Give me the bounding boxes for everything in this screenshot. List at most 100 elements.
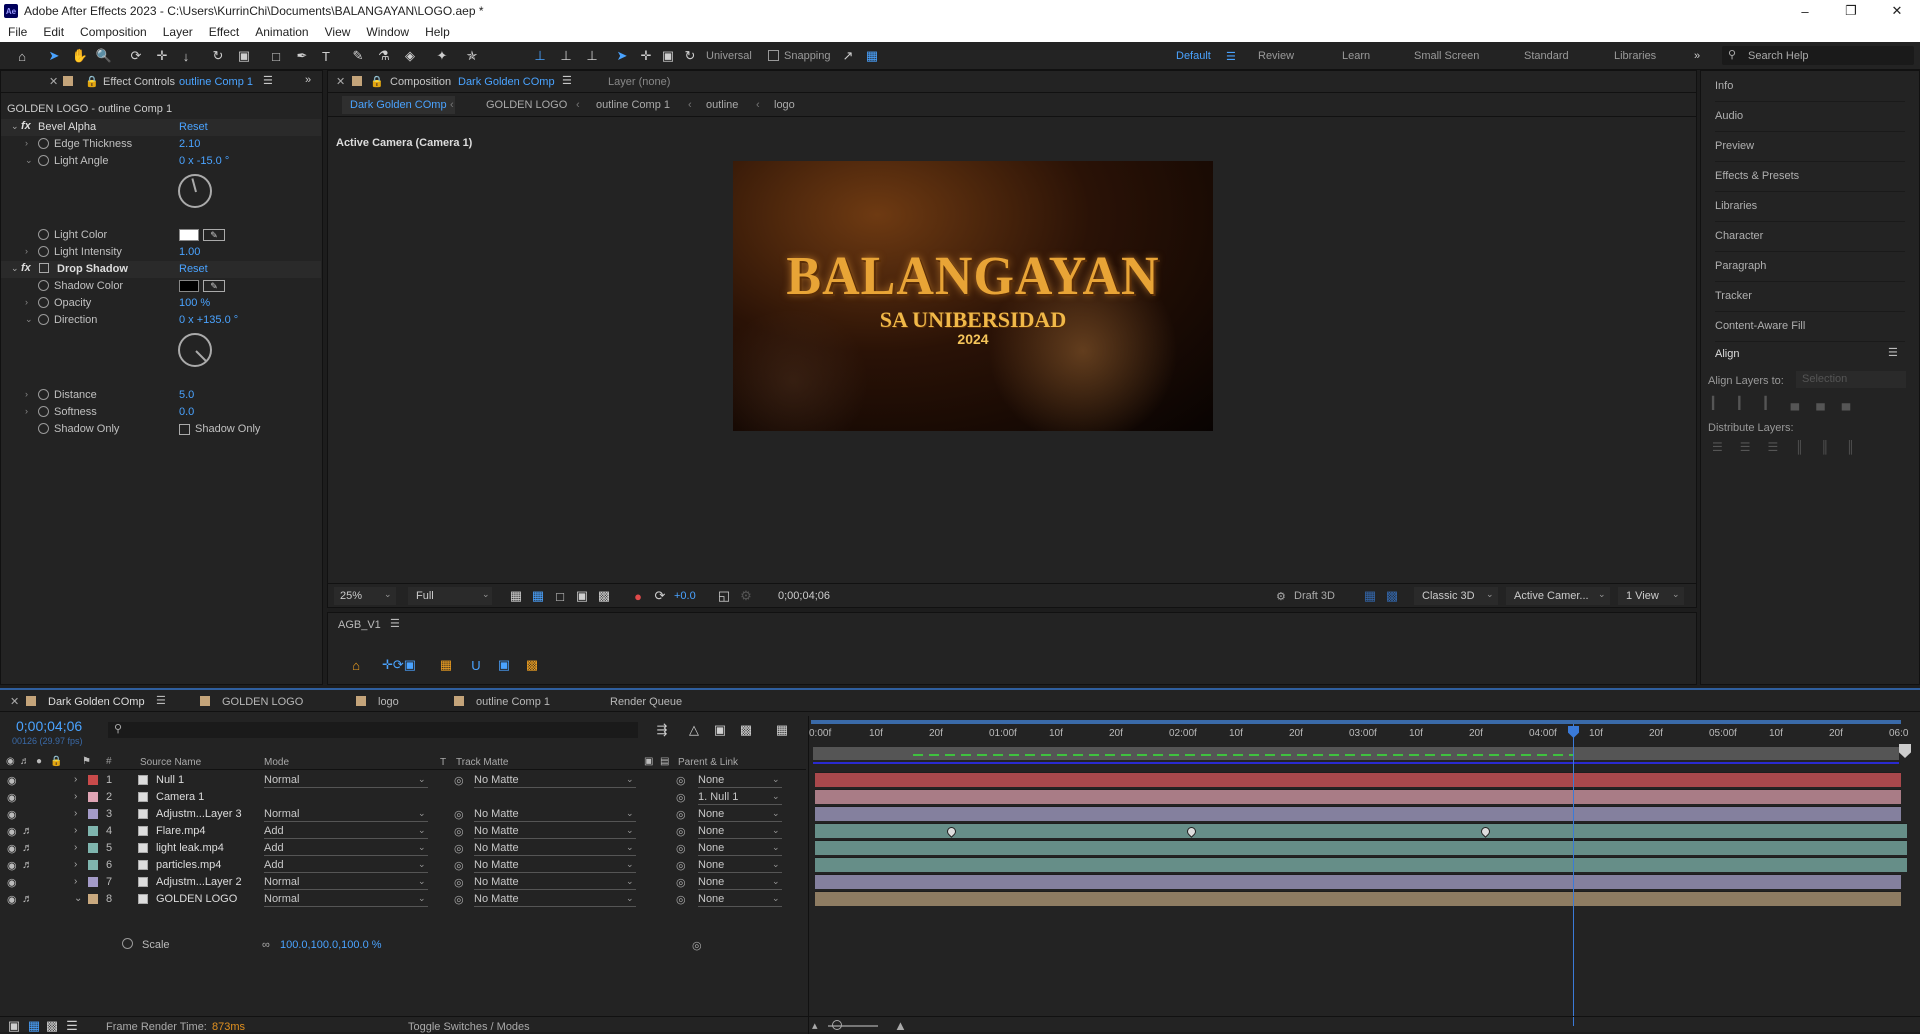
home-script-icon[interactable]: ⌂ [348,657,364,673]
workspace-menu-icon[interactable]: ☰ [1226,50,1236,63]
parent-dropdown[interactable]: None [698,774,782,788]
composition-viewer[interactable]: BALANGAYAN SA UNIBERSIDAD 2024 [733,161,1213,431]
menu-help[interactable]: Help [417,25,458,39]
eraser-tool-icon[interactable]: ◈ [402,48,418,64]
chevron-right-icon[interactable]: › [25,406,28,416]
video-toggle-icon[interactable]: ◉ [6,756,15,767]
stopwatch-icon[interactable] [38,138,49,149]
tab-dark-golden-comp[interactable]: Dark Golden COmp [48,696,145,708]
transparency-grid-icon[interactable]: ▦ [530,588,546,604]
comp-mini-flowchart-icon[interactable]: ⇶ [654,722,670,738]
layer-duration-bar[interactable] [815,891,1901,906]
chevron-right-icon[interactable]: › [25,246,28,256]
work-area-bar[interactable] [811,720,1901,724]
layer-name[interactable]: Adjustm...Layer 2 [156,876,242,888]
audio-toggle-icon[interactable]: ♬ [20,756,30,767]
more-workspaces-icon[interactable]: » [1694,50,1700,62]
source-name-header[interactable]: Source Name [140,757,201,768]
layer-mode-dropdown[interactable]: Normal [264,876,428,890]
layer-duration-bar[interactable] [815,874,1901,889]
pickwhip-icon[interactable]: ◎ [454,825,464,838]
pickwhip-icon[interactable]: ◎ [676,808,686,821]
matte-toggle-icon[interactable]: ▣ [644,756,653,767]
zoom-in-icon[interactable]: ▲ [894,1018,907,1033]
parent-dropdown[interactable]: None [698,893,782,907]
layer-label-color[interactable] [88,843,98,853]
effect-bevel-alpha[interactable]: ⌄ fx Bevel Alpha Reset [1,119,321,136]
work-area-end-handle[interactable] [1899,744,1911,758]
pickwhip-icon[interactable]: ◎ [676,842,686,855]
distribute-buttons[interactable]: ☰☰☰║║║ [1712,440,1902,454]
pickwhip-icon[interactable]: ◎ [676,893,686,906]
rectangle-tool-icon[interactable]: □ [268,48,284,64]
mode-header[interactable]: Mode [264,757,289,768]
pickwhip-icon[interactable]: ◎ [454,876,464,889]
expand-arrow-icon[interactable]: ⌄ [11,263,19,274]
close-tab-icon[interactable]: ✕ [10,695,19,708]
chevron-right-icon[interactable]: › [25,138,28,148]
layer-row[interactable]: ◉ › 3 Adjustm...Layer 3 Normal ⌄ ◎ No Matte ⌄ ◎ No… [0,806,806,823]
crumb-dark-golden-comp[interactable]: Dark Golden COmp [342,96,455,114]
exposure-value[interactable]: +0.0 [674,590,696,602]
track-matte-header[interactable]: Track Matte [456,757,508,768]
layer-row[interactable]: ◉ ♬ › 6 particles.mp4 Add ⌄ ◎ No Matte ⌄ ◎ None ⌄ [0,857,806,874]
parent-dropdown[interactable]: None [698,842,782,856]
frame-blending-icon[interactable]: ▩ [738,722,754,738]
panel-tracker[interactable]: Tracker [1715,282,1905,312]
lock-icon[interactable]: 🔒 [370,75,384,88]
draft-3d-label[interactable]: Draft 3D [1294,590,1335,602]
eyedropper-icon[interactable]: ✎ [203,280,225,292]
universal-label[interactable]: Universal [706,50,752,62]
chevron-right-icon[interactable]: › [74,791,77,802]
time-ruler[interactable]: 0:00f 10f 20f 01:00f 10f 20f 02:00f 10f 20f 03:00… [809,726,1909,742]
pickwhip-icon[interactable]: ◎ [454,842,464,855]
panel-effects-presets[interactable]: Effects & Presets [1715,162,1905,192]
stopwatch-icon[interactable] [38,229,49,240]
panel-menu-icon[interactable]: ☰ [562,74,572,87]
pan-tool-icon[interactable]: ✛ [154,48,170,64]
camera-orbit-icon[interactable]: ↻ [682,48,698,64]
puppet-tool-icon[interactable]: ✯ [464,48,480,64]
workspace-default[interactable]: Default [1176,50,1211,62]
panel-menu-icon[interactable]: ☰ [156,694,166,707]
local-axis-icon[interactable]: ⊥ [532,48,548,64]
layer-label-color[interactable] [88,860,98,870]
brush-tool-icon[interactable]: ✎ [350,48,366,64]
pickwhip-icon[interactable]: ◎ [676,876,686,889]
menu-animation[interactable]: Animation [247,25,316,39]
eye-icon[interactable]: ◉ [7,859,17,872]
crumb-logo[interactable]: logo [774,99,795,111]
t-header[interactable]: T [440,757,446,768]
solo-toggle-icon[interactable]: ● [36,756,42,767]
track-matte-dropdown[interactable]: No Matte [474,808,636,822]
menu-effect[interactable]: Effect [201,25,247,39]
layer-mode-dropdown[interactable]: Add [264,842,428,856]
panel-menu-icon[interactable]: ☰ [263,74,273,87]
pickwhip-icon[interactable]: ◎ [692,939,702,952]
layer-label-color[interactable] [88,792,98,802]
speaker-icon[interactable]: ♬ [22,842,33,854]
stopwatch-icon[interactable] [38,406,49,417]
crumb-outline[interactable]: outline [706,99,738,111]
pickwhip-icon[interactable]: ◎ [676,825,686,838]
lock-icon[interactable]: 🔒 [50,756,62,767]
constrain-link-icon[interactable]: ∞ [262,939,270,951]
pickwhip-icon[interactable]: ◎ [454,859,464,872]
anchor-script-icon[interactable]: ✛⟳▣ [380,657,418,673]
layer-name[interactable]: particles.mp4 [156,859,221,871]
snapping-label[interactable]: Snapping [784,50,831,62]
pickwhip-icon[interactable]: ◎ [676,774,686,787]
eye-icon[interactable]: ◉ [7,791,17,804]
type-tool-icon[interactable]: T [318,48,334,64]
snap-grid-icon[interactable]: ▦ [864,48,880,64]
chevron-right-icon[interactable]: › [25,297,28,307]
shy-layers-icon[interactable]: ▣ [712,722,728,738]
parent-dropdown[interactable]: None [698,808,782,822]
camera-select-icon[interactable]: ➤ [614,48,630,64]
eye-icon[interactable]: ◉ [7,842,17,855]
rotate-tool-icon[interactable]: ↻ [210,48,226,64]
drop-shadow-reset-link[interactable]: Reset [179,263,208,275]
stopwatch-icon[interactable] [38,314,49,325]
workspace-review[interactable]: Review [1258,50,1294,62]
camera-box-icon[interactable]: ▣ [660,48,676,64]
